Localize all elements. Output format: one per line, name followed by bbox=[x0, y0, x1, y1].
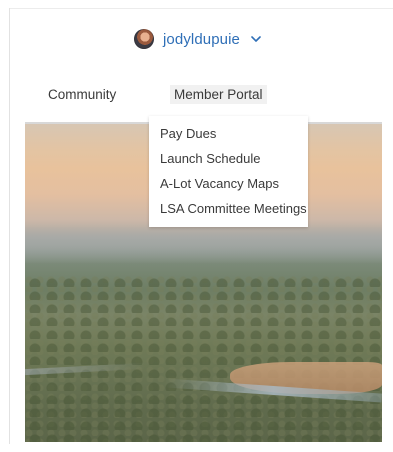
username-label[interactable]: jodyldupuie bbox=[163, 31, 240, 48]
divider bbox=[10, 8, 393, 9]
page: jodyldupuie Community Member Portal Pay … bbox=[0, 0, 393, 452]
nav-item-community[interactable]: Community bbox=[48, 87, 116, 102]
menu-item-pay-dues[interactable]: Pay Dues bbox=[149, 121, 308, 146]
member-portal-dropdown: Pay Dues Launch Schedule A-Lot Vacancy M… bbox=[149, 116, 308, 227]
user-menu-button[interactable]: jodyldupuie bbox=[134, 28, 263, 50]
chevron-down-icon[interactable] bbox=[249, 32, 263, 46]
hero-forest bbox=[25, 274, 382, 442]
menu-item-lsa-committee-meetings[interactable]: LSA Committee Meetings bbox=[149, 196, 308, 221]
hero-haze bbox=[25, 224, 382, 264]
menu-item-launch-schedule[interactable]: Launch Schedule bbox=[149, 146, 308, 171]
divider bbox=[9, 8, 10, 444]
avatar[interactable] bbox=[134, 29, 154, 49]
menu-item-a-lot-vacancy-maps[interactable]: A-Lot Vacancy Maps bbox=[149, 171, 308, 196]
nav-item-member-portal[interactable]: Member Portal bbox=[170, 85, 267, 104]
